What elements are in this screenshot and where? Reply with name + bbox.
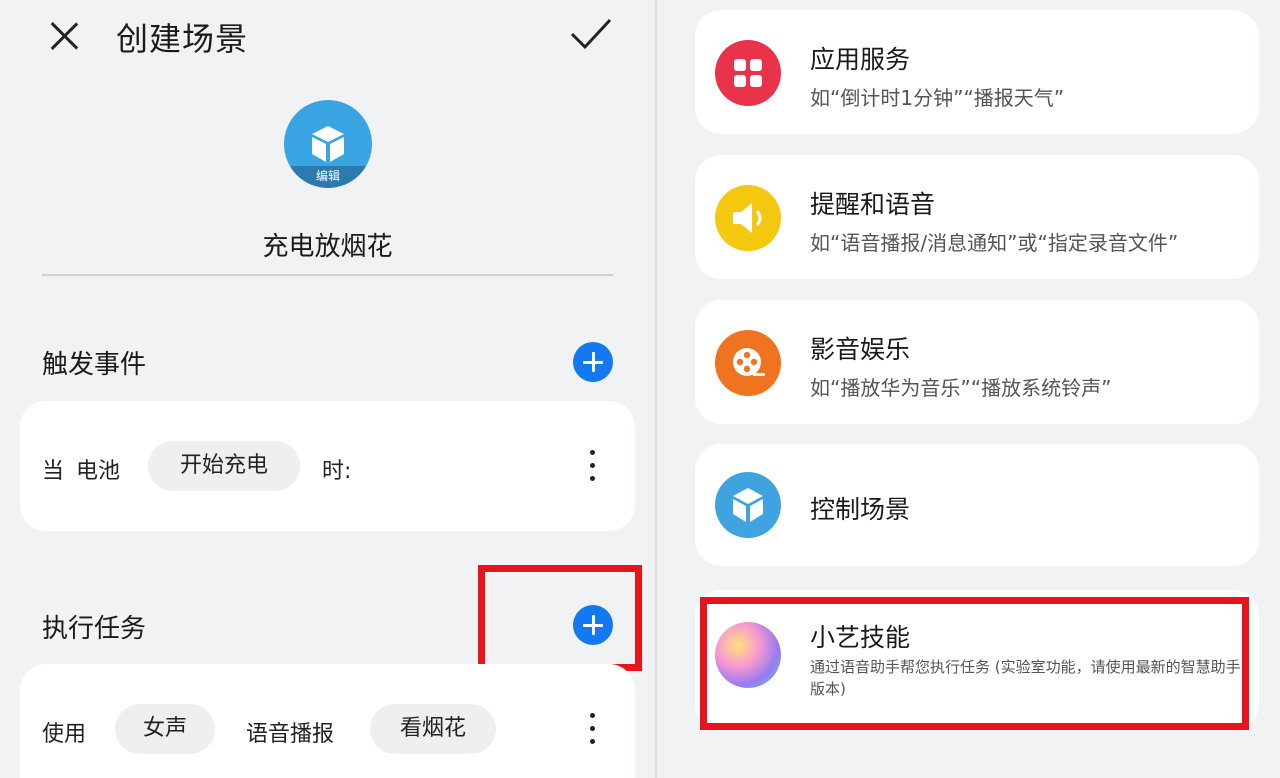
confirm-check-icon[interactable] [566,12,616,56]
option-title: 影音娱乐 [810,335,911,364]
xiaoyi-skill-highlight-box [700,597,1249,730]
broadcast-content-chip[interactable]: 看烟花 [370,704,496,754]
scene-name[interactable]: 充电放烟花 [0,226,655,263]
scene-cube-icon [715,472,781,538]
task-more-icon[interactable] [587,712,597,746]
task-type-panel: 应用服务 如“倒计时1分钟”“播报天气” 提醒和语音 如“语音播报/消息通知”或… [657,0,1280,778]
task-section-title: 执行任务 [42,614,147,644]
task-card: 使用 女声 语音播报 看烟花 [20,664,635,778]
task-action: 语音播报 [246,722,335,747]
close-icon[interactable] [42,14,86,58]
trigger-section-title: 触发事件 [42,350,147,380]
option-desc: 如“倒计时1分钟”“播报天气” [810,86,1065,110]
speaker-icon [715,185,781,251]
trigger-card: 当 电池 开始充电 时: [20,401,635,531]
trigger-suffix: 时: [322,459,352,484]
name-underline [42,274,613,276]
create-scene-panel: 创建场景 编辑 充电放烟花 触发事件 当 电池 开始充电 时: 执行任务 使用 … [0,0,655,778]
apps-grid-icon [715,40,781,106]
voice-type-chip[interactable]: 女声 [115,704,215,754]
option-desc: 如“语音播报/消息通知”或“指定录音文件” [810,231,1179,255]
trigger-more-icon[interactable] [587,449,597,483]
option-reminder-voice[interactable]: 提醒和语音 如“语音播报/消息通知”或“指定录音文件” [695,155,1259,279]
add-trigger-button[interactable] [573,342,613,382]
scene-cube-icon [312,126,344,162]
add-task-highlight-box [478,565,642,671]
scene-avatar[interactable]: 编辑 [284,100,372,188]
trigger-device[interactable]: 电池 [76,453,120,485]
option-app-service[interactable]: 应用服务 如“倒计时1分钟”“播报天气” [695,10,1259,134]
option-title: 提醒和语音 [810,190,936,219]
edit-avatar-label: 编辑 [284,166,372,188]
option-control-scene[interactable]: 控制场景 [695,444,1259,566]
trigger-state-chip[interactable]: 开始充电 [148,441,300,491]
option-title: 应用服务 [810,45,911,74]
option-title: 控制场景 [810,495,911,524]
option-desc: 如“播放华为音乐”“播放系统铃声” [810,376,1112,400]
option-media-entertainment[interactable]: 影音娱乐 如“播放华为音乐”“播放系统铃声” [695,300,1259,424]
page-title: 创建场景 [116,20,249,58]
task-prefix: 使用 [42,722,87,747]
film-reel-icon [715,330,781,396]
trigger-prefix: 当 [42,459,65,484]
